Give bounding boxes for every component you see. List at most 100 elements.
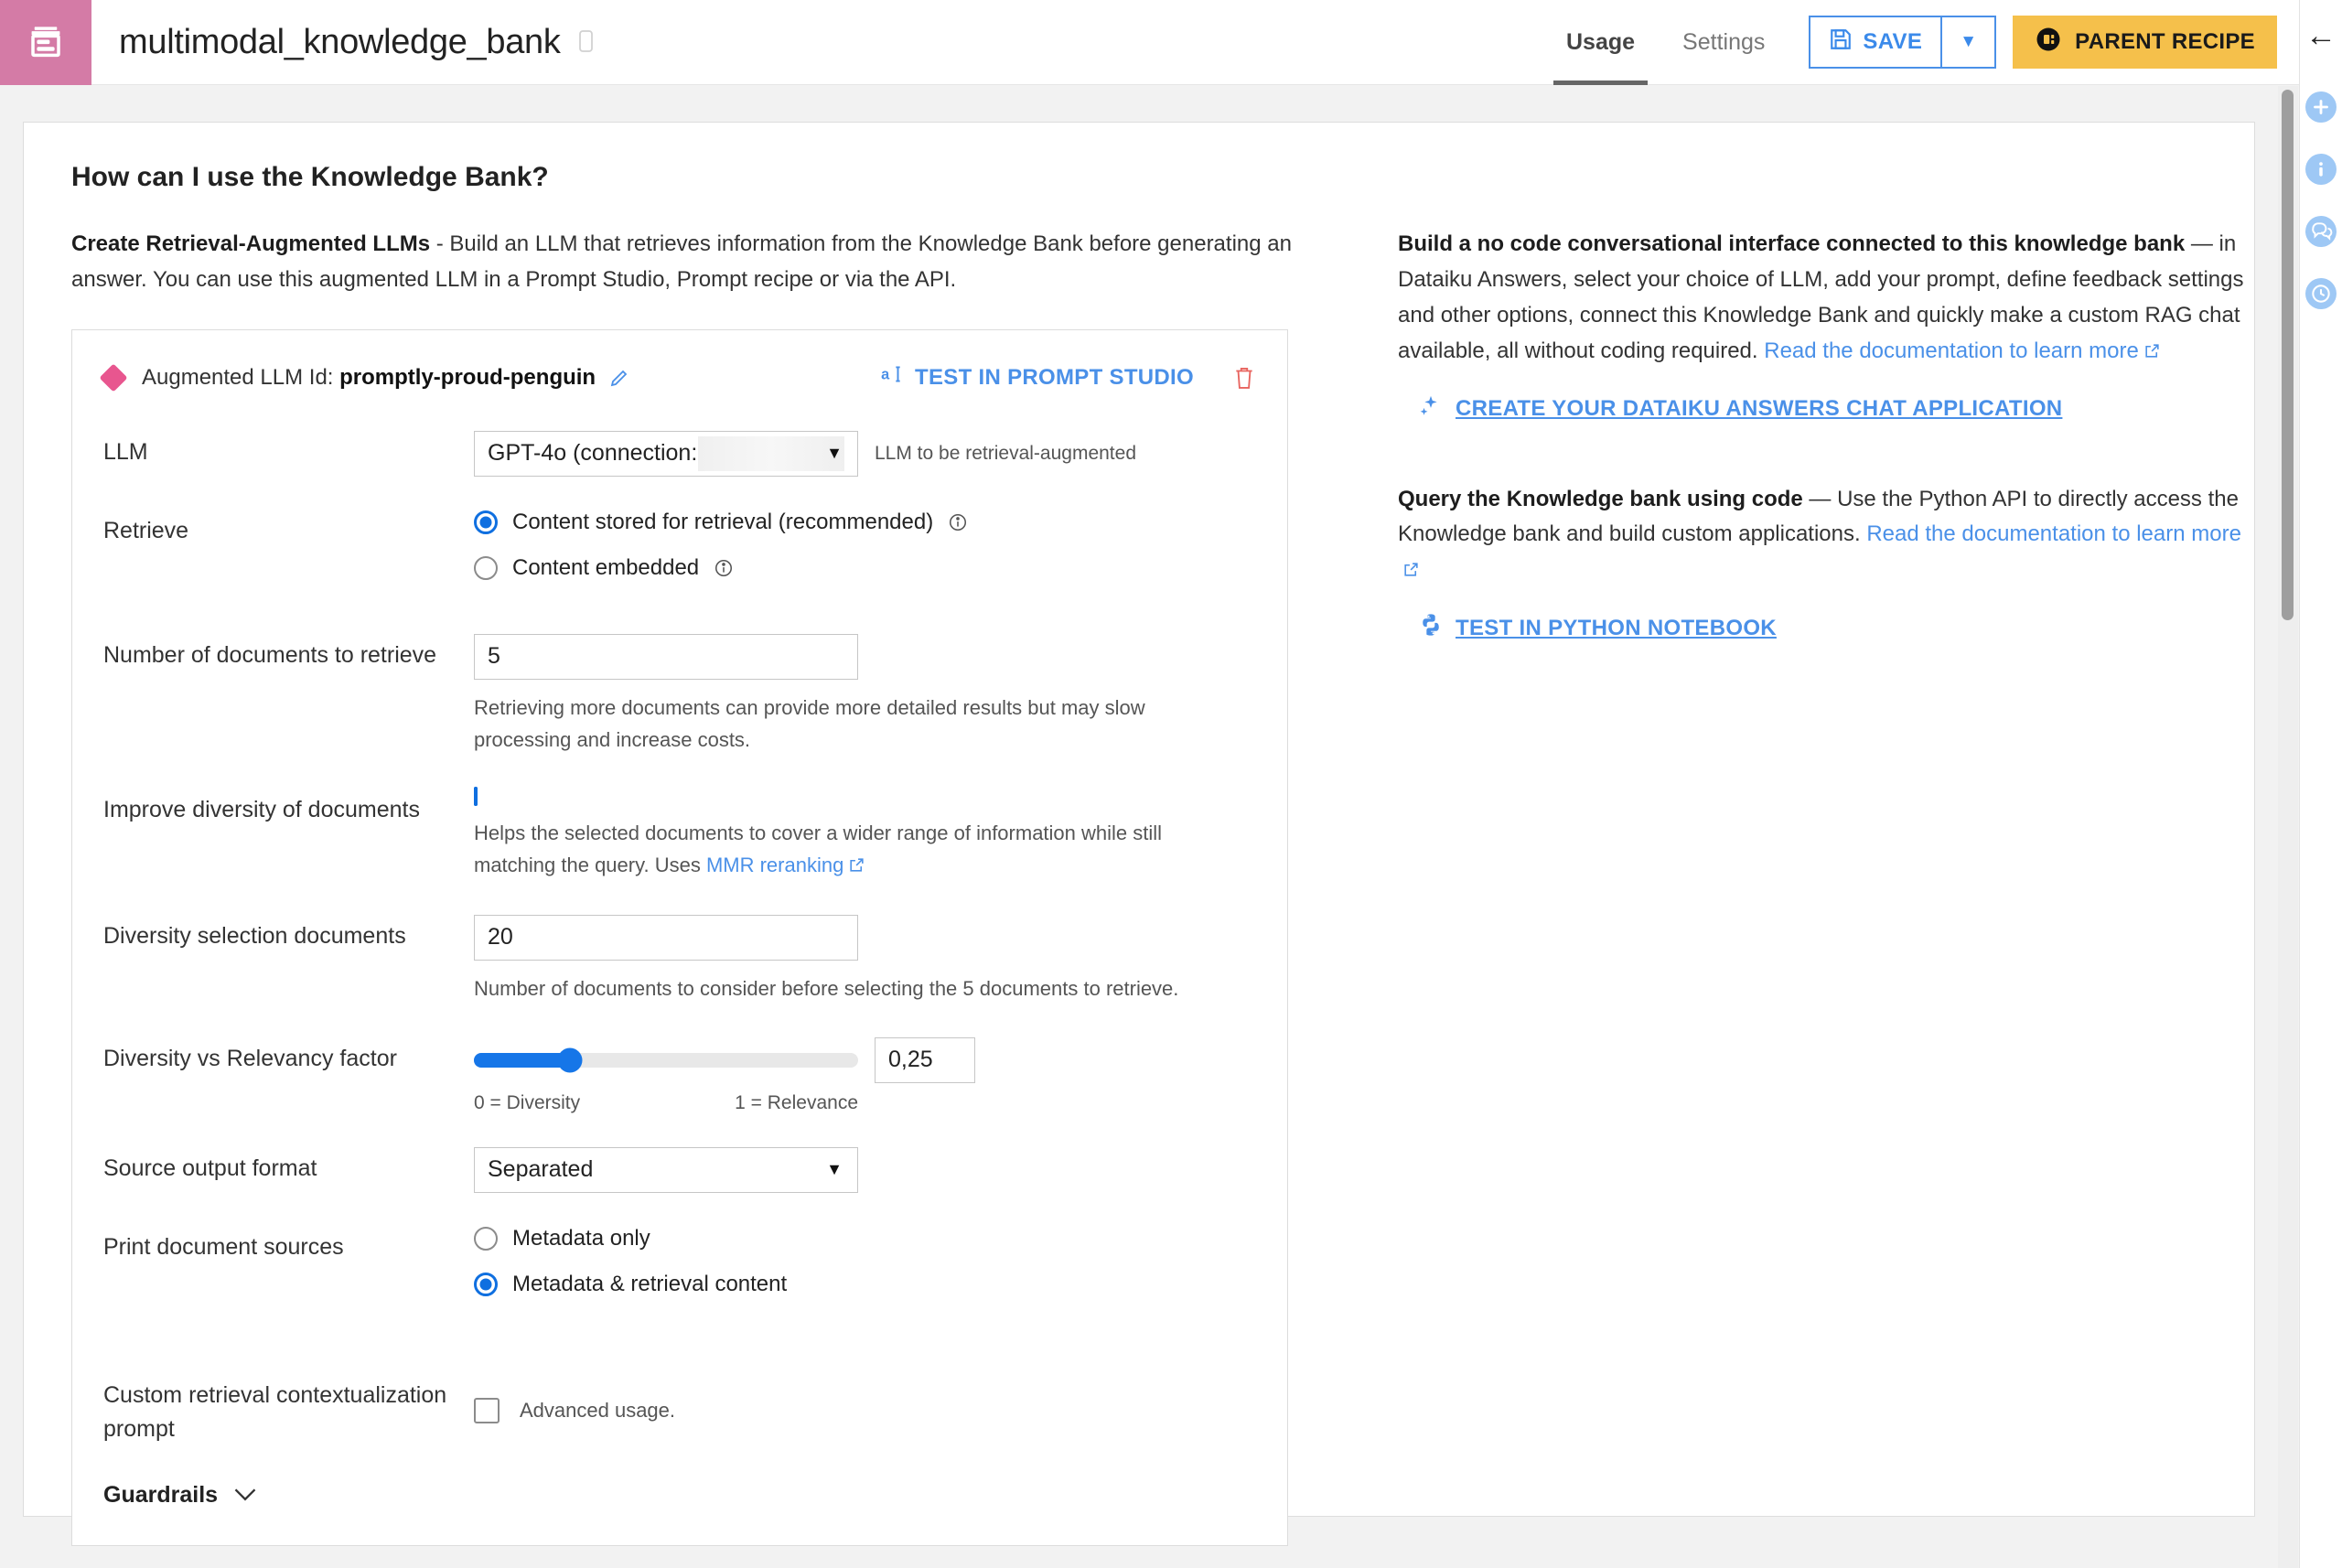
external-link-icon <box>848 851 865 872</box>
save-button-label: SAVE <box>1863 29 1923 54</box>
diversity-factor-control: 0,25 0 = Diversity 1 = Relevance <box>474 1036 1256 1114</box>
retrieve-control: Content stored for retrieval (recommende… <box>474 510 1256 601</box>
left-column: Create Retrieval-Augmented LLMs - Build … <box>71 227 1343 1546</box>
knowledge-bank-icon <box>0 0 91 85</box>
prompt-studio-icon: a <box>880 362 904 392</box>
slider-fill <box>474 1052 570 1068</box>
radio-icon-selected[interactable] <box>474 1272 498 1296</box>
parent-recipe-label: PARENT RECIPE <box>2075 29 2255 54</box>
diversity-factor-value-input[interactable]: 0,25 <box>875 1036 975 1083</box>
radio-icon-selected[interactable] <box>474 510 498 534</box>
mmr-reranking-link[interactable]: MMR reranking <box>706 854 843 876</box>
test-in-prompt-studio-button[interactable]: a TEST IN PROMPT STUDIO <box>880 362 1194 392</box>
llm-label: LLM <box>103 438 148 465</box>
vertical-scrollbar[interactable] <box>2278 86 2298 1568</box>
external-link-icon <box>1402 554 1420 576</box>
llm-control: GPT-4o (connection: ▼ LLM to be retrieva… <box>474 430 1256 477</box>
test-in-python-notebook-button[interactable]: TEST IN PYTHON NOTEBOOK <box>1418 612 1777 644</box>
print-sources-label: Print document sources <box>103 1233 344 1260</box>
intro-bold: Create Retrieval-Augmented LLMs <box>71 231 431 256</box>
top-bar: multimodal_knowledge_bank Usage Settings… <box>0 0 2299 85</box>
python-api-bold: Query the Knowledge bank using code <box>1398 486 1803 511</box>
improve-diversity-label: Improve diversity of documents <box>103 797 420 823</box>
create-answers-chat-application-button[interactable]: CREATE YOUR DATAIKU ANSWERS CHAT APPLICA… <box>1418 393 2062 425</box>
print-sources-option-metadata-only[interactable]: Metadata only <box>474 1226 1256 1251</box>
augmented-llm-id-value: promptly-proud-penguin <box>339 364 596 390</box>
print-sources-metadata-only-label: Metadata only <box>512 1225 650 1251</box>
intro-paragraph: Create Retrieval-Augmented LLMs - Build … <box>71 227 1343 298</box>
python-api-paragraph: Query the Knowledge bank using code — Us… <box>1398 482 2249 589</box>
source-format-value: Separated <box>488 1156 594 1183</box>
num-docs-input[interactable]: 5 <box>474 633 858 680</box>
radio-icon-unselected[interactable] <box>474 555 498 580</box>
scrollbar-thumb[interactable] <box>2282 90 2294 620</box>
redacted-connection-name <box>698 435 844 471</box>
diversity-factor-slider-row: 0,25 <box>474 1036 1256 1083</box>
page-title: multimodal_knowledge_bank <box>119 22 561 61</box>
chevron-down-icon: ▼ <box>826 444 843 463</box>
info-icon[interactable] <box>2305 154 2337 185</box>
retrieve-option-embedded[interactable]: Content embedded <box>474 555 1256 581</box>
improve-diversity-checkbox[interactable] <box>474 787 478 807</box>
field-row-diversity-factor: Diversity vs Relevancy factor 0,25 0 = D… <box>103 1036 1256 1114</box>
svg-text:a: a <box>881 367 890 383</box>
tab-settings[interactable]: Settings <box>1659 0 1789 85</box>
field-row-print-sources: Print document sources Metadata only Met… <box>103 1226 1256 1317</box>
save-dropdown-button[interactable]: ▼ <box>1941 16 1997 69</box>
floppy-disk-icon <box>1829 27 1853 58</box>
radio-icon-unselected[interactable] <box>474 1226 498 1251</box>
diversity-selection-control: 20 Number of documents to consider befor… <box>474 914 1256 1004</box>
tab-usage[interactable]: Usage <box>1542 0 1659 85</box>
answers-doc-link[interactable]: Read the documentation to learn more <box>1764 338 2139 363</box>
copy-icon[interactable] <box>575 29 597 55</box>
custom-prompt-checkbox[interactable] <box>474 1397 500 1423</box>
trash-icon[interactable] <box>1232 365 1256 391</box>
augmented-llm-id: Augmented LLM Id: promptly-proud-penguin <box>142 365 596 391</box>
source-format-select[interactable]: Separated ▼ <box>474 1146 858 1193</box>
section-title: How can I use the Knowledge Bank? <box>71 162 549 192</box>
arrow-left-icon[interactable]: ← <box>2305 20 2337 51</box>
field-row-source-format: Source output format Separated ▼ <box>103 1146 1256 1193</box>
custom-prompt-help: Advanced usage. <box>520 1398 676 1422</box>
slider-max-label: 1 = Relevance <box>735 1091 858 1113</box>
pencil-icon[interactable] <box>608 367 630 389</box>
field-row-custom-prompt: Custom retrieval contextualization promp… <box>103 1374 1256 1447</box>
chevron-down-icon <box>232 1482 258 1509</box>
right-rail: ← <box>2299 0 2342 1568</box>
diversity-factor-slider[interactable] <box>474 1047 858 1073</box>
llm-hint: LLM to be retrieval-augmented <box>875 442 1136 464</box>
custom-prompt-label: Custom retrieval contextualization promp… <box>103 1381 447 1443</box>
guardrails-section-toggle[interactable]: Guardrails <box>103 1482 1256 1509</box>
num-docs-help: Retrieving more documents can provide mo… <box>474 695 1145 751</box>
retrieve-option-embedded-label: Content embedded <box>512 554 700 580</box>
test-in-python-notebook-label: TEST IN PYTHON NOTEBOOK <box>1456 615 1777 640</box>
retrieve-option-stored[interactable]: Content stored for retrieval (recommende… <box>474 510 1256 535</box>
source-format-control: Separated ▼ <box>474 1146 1256 1193</box>
parent-recipe-button[interactable]: PARENT RECIPE <box>2013 16 2277 69</box>
llm-select[interactable]: GPT-4o (connection: ▼ <box>474 430 858 477</box>
info-icon[interactable] <box>948 512 968 532</box>
field-row-improve-diversity: Improve diversity of documents Helps the… <box>103 787 1256 881</box>
custom-prompt-control: Advanced usage. <box>474 1374 1256 1447</box>
print-sources-option-metadata-content[interactable]: Metadata & retrieval content <box>474 1272 1256 1297</box>
augmented-llm-card: Augmented LLM Id: promptly-proud-penguin… <box>71 328 1288 1546</box>
slider-end-labels: 0 = Diversity 1 = Relevance <box>474 1092 858 1114</box>
save-button-group: SAVE ▼ <box>1809 16 1997 69</box>
diversity-factor-label: Diversity vs Relevancy factor <box>103 1045 397 1071</box>
diversity-selection-help: Number of documents to consider before s… <box>474 976 1179 1000</box>
slider-knob[interactable] <box>557 1047 583 1073</box>
main-panel: How can I use the Knowledge Bank? Create… <box>23 122 2255 1546</box>
python-icon <box>1418 612 1444 644</box>
python-api-doc-link[interactable]: Read the documentation to learn more <box>1866 521 2241 546</box>
history-clock-icon[interactable] <box>2305 278 2337 309</box>
external-link-icon <box>2143 336 2161 358</box>
info-icon[interactable] <box>714 558 734 578</box>
diversity-selection-input[interactable]: 20 <box>474 914 858 961</box>
save-button[interactable]: SAVE <box>1809 16 1942 69</box>
num-docs-label: Number of documents to retrieve <box>103 641 437 668</box>
plus-icon[interactable] <box>2305 91 2337 123</box>
discussions-icon[interactable] <box>2305 216 2337 247</box>
sparkles-icon <box>1418 393 1444 425</box>
field-row-llm: LLM GPT-4o (connection: ▼ LLM to be retr… <box>103 430 1256 477</box>
print-sources-control: Metadata only Metadata & retrieval conte… <box>474 1226 1256 1317</box>
